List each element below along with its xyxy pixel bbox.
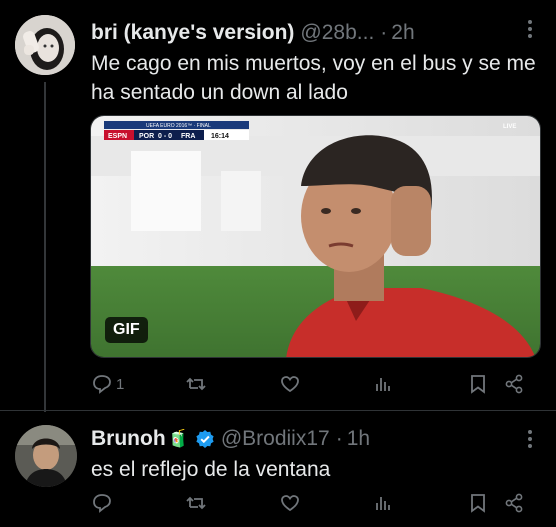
tweet-header: Brunoh 🧃 @Brodiix17 · 1h [91, 427, 370, 451]
tweet-text: es el reflejo de la ventana [91, 458, 331, 481]
live-tag: LIVE [503, 124, 516, 130]
scorebug: ESPN UEFA EURO 2016™ · FINAL POR 0 - 0 F… [104, 121, 249, 140]
timestamp[interactable]: 1h [347, 427, 370, 451]
retweet-icon [186, 496, 206, 510]
reply-button[interactable]: 1 [91, 373, 124, 395]
display-name[interactable]: bri (kanye's version) [91, 21, 294, 45]
share-icon [505, 493, 523, 513]
more-icon[interactable] [519, 18, 541, 40]
display-name[interactable]: Brunoh [91, 427, 166, 451]
action-bar: 1 [91, 373, 531, 395]
share-button[interactable] [503, 492, 525, 514]
avatar[interactable] [15, 425, 77, 487]
scorebug-clock: 16:14 [211, 133, 229, 140]
reply-button[interactable] [91, 492, 116, 514]
share-button[interactable] [503, 373, 525, 395]
avatar-image [15, 425, 77, 487]
scorebug-competition: UEFA EURO 2016™ · FINAL [146, 123, 211, 129]
scorebug-network: ESPN [108, 133, 127, 140]
retweet-button[interactable] [185, 373, 210, 395]
avatar-image [15, 15, 75, 75]
name-emoji: 🧃 [167, 429, 189, 448]
username[interactable]: @28b... [300, 21, 374, 45]
timestamp[interactable]: 2h [391, 21, 414, 45]
scorebug-away: FRA [181, 133, 195, 140]
scorebug-home: POR [139, 133, 154, 140]
bookmark-icon [471, 494, 485, 513]
scorebug-score: 0 - 0 [158, 133, 172, 140]
more-icon[interactable] [519, 428, 541, 450]
like-icon [281, 495, 299, 512]
views-icon [376, 378, 390, 391]
views-icon [376, 497, 390, 510]
reply-count: 1 [116, 375, 125, 393]
bookmark-button[interactable] [467, 492, 489, 514]
like-button[interactable] [279, 373, 304, 395]
tweet-text: Me cago en mis muertos, voy en el bus y … [91, 52, 536, 104]
views-button[interactable] [372, 373, 397, 395]
reply-icon [93, 375, 111, 394]
avatar[interactable] [15, 15, 75, 75]
separator: · [335, 427, 343, 450]
share-icon [505, 374, 523, 394]
retweet-button[interactable] [185, 492, 210, 514]
thread-line [44, 82, 46, 412]
views-button[interactable] [372, 492, 397, 514]
separator: · [380, 21, 388, 44]
gif-media[interactable]: ESPN UEFA EURO 2016™ · FINAL POR 0 - 0 F… [90, 115, 541, 358]
like-button[interactable] [279, 492, 304, 514]
gif-badge: GIF [105, 317, 148, 343]
reply-icon [93, 494, 111, 513]
action-bar [91, 492, 531, 514]
tweet-header: bri (kanye's version) @28b... · 2h [91, 21, 415, 45]
tweet-1[interactable]: bri (kanye's version) @28b... · 2h Me ca… [0, 0, 556, 412]
bookmark-icon [471, 375, 485, 394]
retweet-icon [186, 377, 206, 391]
bookmark-button[interactable] [467, 373, 489, 395]
like-icon [281, 376, 299, 393]
gif-frame: ESPN UEFA EURO 2016™ · FINAL POR 0 - 0 F… [91, 116, 540, 357]
username[interactable]: @Brodiix17 [221, 427, 330, 451]
verified-badge-icon [195, 429, 215, 449]
